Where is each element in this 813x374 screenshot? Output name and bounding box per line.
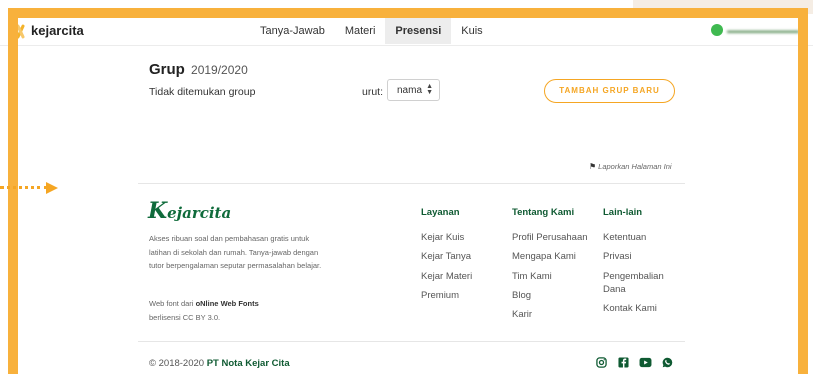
dotted-arrow-icon: [0, 182, 60, 194]
highlight-frame: [8, 8, 808, 374]
